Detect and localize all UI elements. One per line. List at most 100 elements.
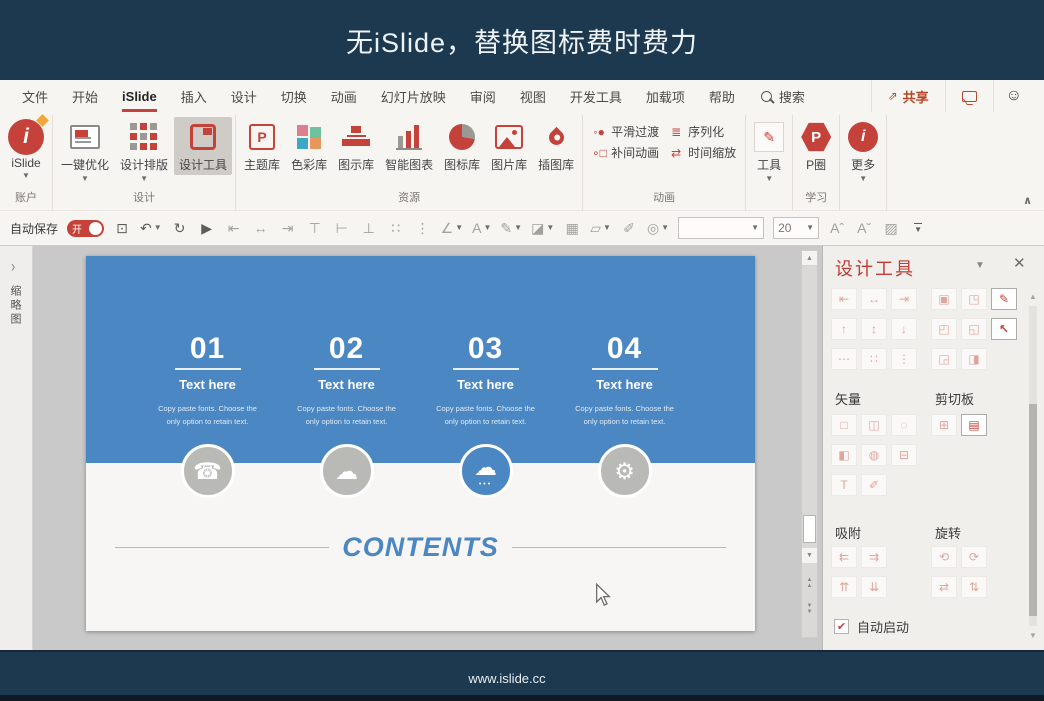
align-left-button[interactable]: ⇤ [831, 288, 857, 310]
illustration-library-button[interactable]: 插图库 [533, 117, 579, 175]
qat-redo-button[interactable]: ↻ [171, 220, 189, 237]
qat-customize-button[interactable]: ▼ [909, 222, 927, 234]
paste-button[interactable]: ▤ [961, 414, 987, 436]
qat-font-name-combo[interactable]: ▼ [678, 217, 765, 239]
flip-horizontal-button[interactable]: ⇄ [931, 576, 957, 598]
qat-align-top-button[interactable]: ⊤ [306, 220, 324, 237]
snap-left-button[interactable]: ⇇ [831, 546, 857, 568]
tab-addins[interactable]: 加载项 [634, 80, 697, 112]
ungroup-button[interactable]: ◨ [961, 348, 987, 370]
qat-picture-button[interactable]: ▦ [563, 220, 581, 237]
step-circle[interactable]: ☁ [319, 444, 374, 498]
design-layout-button[interactable]: 设计排版 ▼ [115, 117, 173, 184]
tab-slideshow[interactable]: 幻灯片放映 [369, 80, 458, 112]
qat-decrease-font-button[interactable]: Aˇ [855, 220, 873, 236]
qat-format-painter-button[interactable]: ✐ [620, 220, 638, 237]
more-button[interactable]: i 更多 ▼ [843, 117, 883, 184]
fragment-button[interactable]: ◌ [891, 414, 917, 436]
distribute-matrix-button[interactable]: ∷ [861, 348, 887, 370]
tab-developer[interactable]: 开发工具 [558, 80, 634, 112]
text-tool-button[interactable]: T [831, 474, 857, 496]
chevron-down-icon[interactable]: ▼ [975, 260, 985, 271]
qat-distribute-v-button[interactable]: ⋮ [414, 220, 432, 237]
snap-up-button[interactable]: ⇈ [831, 576, 857, 598]
tab-animations[interactable]: 动画 [319, 80, 369, 112]
comments-button[interactable] [946, 80, 994, 112]
tab-review[interactable]: 审阅 [458, 80, 508, 112]
qat-distribute-h-button[interactable]: ∷ [387, 220, 405, 237]
flip-vertical-button[interactable]: ⇅ [961, 576, 987, 598]
select-tool-button[interactable]: ↖ [991, 318, 1017, 340]
group-button[interactable]: ◲ [931, 348, 957, 370]
snap-down-button[interactable]: ⇊ [861, 576, 887, 598]
tab-insert[interactable]: 插入 [169, 80, 219, 112]
step-circle[interactable]: ⚙ [597, 444, 652, 498]
step-circle[interactable]: ☎ [180, 444, 235, 498]
tab-home[interactable]: 开始 [60, 80, 110, 112]
tab-transitions[interactable]: 切换 [269, 80, 319, 112]
scrollbar-thumb[interactable] [803, 515, 816, 543]
qat-shape-button[interactable]: ▱ ▼ [590, 220, 611, 237]
snap-right-button[interactable]: ⇉ [861, 546, 887, 568]
icon-library-button[interactable]: 图标库 [439, 117, 485, 175]
magic-wand-button[interactable]: ✎ [991, 288, 1017, 310]
islide-account-button[interactable]: i iSlide ▼ [3, 114, 49, 181]
autosave-toggle[interactable]: 开 [67, 219, 105, 237]
tab-file[interactable]: 文件 [10, 80, 60, 112]
tween-animation-button[interactable]: ∘□ 补间动画 [592, 144, 659, 161]
bring-forward-button[interactable]: ◰ [931, 318, 957, 340]
qat-save-button[interactable]: ⊡ [113, 220, 131, 237]
design-tools-button[interactable]: 设计工具 [174, 117, 233, 175]
qat-slideshow-button[interactable]: ▶ [198, 220, 216, 237]
p-circle-button[interactable]: P P圈 [796, 117, 836, 175]
align-top-button[interactable]: ↑ [831, 318, 857, 340]
rotate-right-button[interactable]: ⟳ [961, 546, 987, 568]
align-middle-button[interactable]: ↕ [861, 318, 887, 340]
color-library-button[interactable]: 色彩库 [286, 117, 332, 175]
distribute-horizontal-button[interactable]: ⋯ [831, 348, 857, 370]
close-panel-button[interactable]: ✕ [1013, 254, 1026, 272]
rotate-left-button[interactable]: ⟲ [931, 546, 957, 568]
step-item[interactable]: 02 Text here Copy paste fonts. Choose th… [277, 332, 416, 429]
tab-islide[interactable]: iSlide [110, 80, 169, 112]
qat-compress-picture-button[interactable]: ▨ [882, 220, 900, 237]
slide-canvas[interactable]: 01 Text here Copy paste fonts. Choose th… [86, 256, 755, 631]
distribute-vertical-button[interactable]: ⋮ [891, 348, 917, 370]
picture-library-button[interactable]: 图片库 [486, 117, 532, 175]
smart-chart-button[interactable]: 智能图表 [380, 117, 438, 175]
tab-design[interactable]: 设计 [219, 80, 269, 112]
exclude-button[interactable]: ⊟ [891, 444, 917, 466]
same-size-button[interactable]: ▣ [931, 288, 957, 310]
step-item[interactable]: 01 Text here Copy paste fonts. Choose th… [138, 332, 277, 429]
qat-align-center-button[interactable]: ↔ [252, 220, 270, 236]
scroll-up-button[interactable]: ▲ [802, 251, 817, 266]
panel-scrollbar[interactable]: ▲ ▼ [1027, 292, 1039, 640]
one-key-optimize-button[interactable]: 一键优化 ▼ [56, 117, 114, 184]
feedback-button[interactable]: ☺ [994, 87, 1034, 105]
tab-help[interactable]: 帮助 [697, 80, 747, 112]
union-button[interactable]: □ [831, 414, 857, 436]
serialize-button[interactable]: ≣ 序列化 [669, 123, 736, 140]
qat-fill-color-button[interactable]: ◪ ▼ [531, 220, 554, 237]
send-backward-button[interactable]: ◱ [961, 318, 987, 340]
collapse-ribbon-button[interactable]: ∧ [1023, 194, 1032, 207]
slide-vertical-scrollbar[interactable]: ▲ ▼ ▲ ▲ ▼ ▼ [801, 250, 818, 638]
panel-scroll-down-button[interactable]: ▼ [1027, 631, 1039, 640]
qat-font-size-combo[interactable]: 20 ▼ [773, 217, 820, 239]
diagram-library-button[interactable]: 图示库 [333, 117, 379, 175]
qat-rotate-button[interactable]: ∠ ▼ [441, 220, 463, 237]
expand-thumbnails-button[interactable]: › [11, 256, 32, 276]
step-item[interactable]: 03 Text here Copy paste fonts. Choose th… [416, 332, 555, 429]
qat-align-bottom-button[interactable]: ⊥ [360, 220, 378, 237]
qat-align-left-button[interactable]: ⇤ [225, 220, 243, 237]
qat-align-right-button[interactable]: ⇥ [279, 220, 297, 237]
autostart-checkbox[interactable]: ✔ [834, 619, 849, 634]
panel-scroll-thumb[interactable] [1029, 404, 1037, 616]
time-scale-button[interactable]: ⇄ 时间缩放 [669, 144, 736, 161]
scroll-down-button[interactable]: ▼ [802, 548, 817, 563]
qat-align-middle-button[interactable]: ⊢ [333, 220, 351, 237]
align-bottom-button[interactable]: ↓ [891, 318, 917, 340]
next-slide-button[interactable]: ▼ ▼ [802, 603, 817, 615]
qat-outline-color-button[interactable]: ✎ ▼ [500, 220, 522, 237]
align-right-button[interactable]: ⇥ [891, 288, 917, 310]
